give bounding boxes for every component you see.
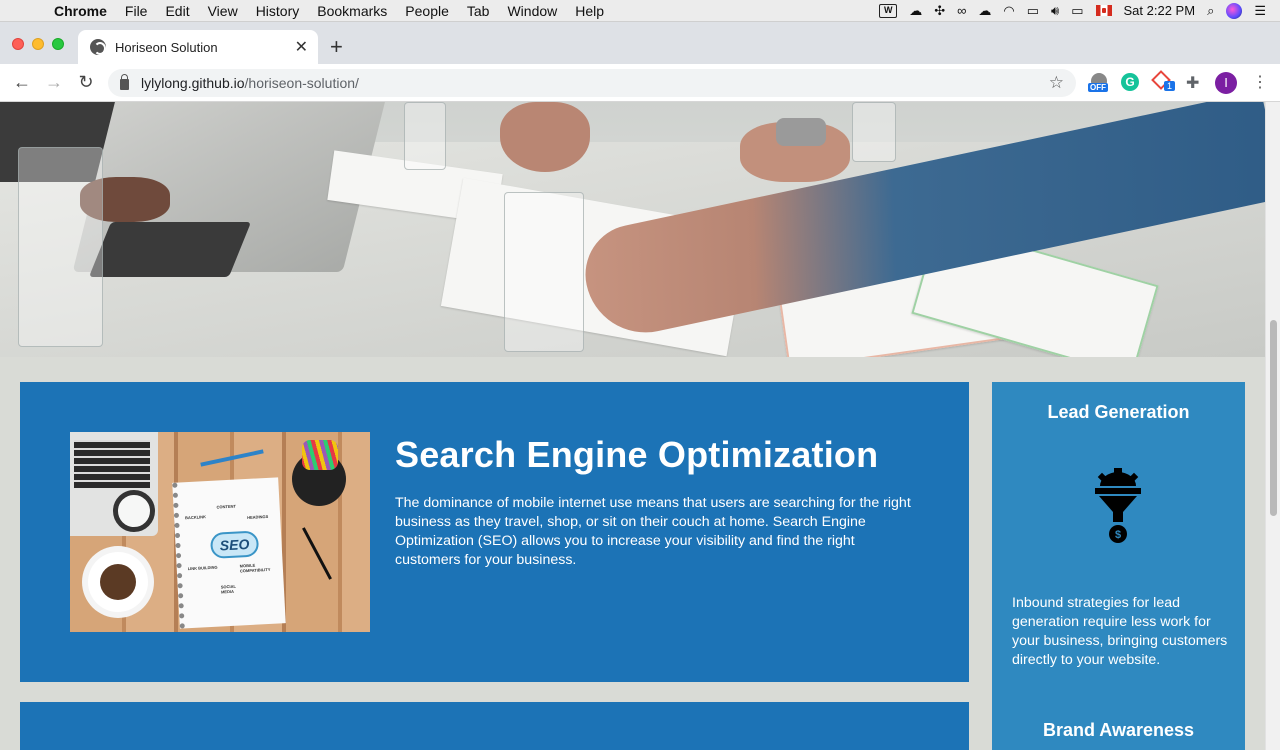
- next-section: [20, 702, 969, 750]
- seo-image-label-social: SOCIAL MEDIA: [220, 583, 236, 595]
- seo-section: SEO CONTENT BACKLINK HEADINGS LINK BUILD…: [20, 382, 969, 682]
- wifi-icon[interactable]: ◠: [1003, 3, 1014, 19]
- menu-people[interactable]: People: [396, 3, 458, 19]
- tool-icon[interactable]: ✣: [934, 3, 945, 19]
- url-host: lylylong.github.io: [141, 75, 245, 91]
- scrollbar-thumb[interactable]: [1270, 320, 1277, 516]
- volume-icon[interactable]: 🔊︎: [1051, 3, 1059, 19]
- menu-tab[interactable]: Tab: [458, 3, 499, 19]
- bookmark-star-icon[interactable]: ☆: [1049, 73, 1064, 93]
- wordpress-icon[interactable]: W: [879, 3, 898, 18]
- extensions-puzzle-icon[interactable]: ✚: [1186, 73, 1199, 93]
- battery-icon[interactable]: ▭: [1071, 3, 1083, 19]
- new-tab-button[interactable]: +: [330, 36, 343, 58]
- back-button[interactable]: ←: [6, 72, 38, 93]
- benefits-sidebar: Lead Generation $ Inbound strategies for…: [992, 382, 1245, 750]
- lock-icon[interactable]: [120, 74, 129, 90]
- menu-view[interactable]: View: [199, 3, 247, 19]
- menu-history[interactable]: History: [247, 3, 309, 19]
- lead-generation-text: Inbound strategies for lead generation r…: [1012, 595, 1228, 668]
- chrome-menu-icon[interactable]: ⋮: [1252, 72, 1268, 92]
- tab-horiseon[interactable]: Horiseon Solution ✕: [78, 30, 318, 64]
- seo-image: SEO CONTENT BACKLINK HEADINGS LINK BUILD…: [70, 432, 370, 632]
- minimize-window-button[interactable]: [32, 38, 44, 50]
- macos-menu-bar: Chrome File Edit View History Bookmarks …: [0, 0, 1280, 22]
- menu-bookmarks[interactable]: Bookmarks: [308, 3, 396, 19]
- forward-button[interactable]: →: [38, 72, 70, 93]
- extension-off-icon[interactable]: OFF: [1088, 73, 1110, 93]
- globe-favicon-icon: [90, 39, 106, 55]
- seo-image-label-content: CONTENT: [216, 503, 237, 510]
- cloud-icon[interactable]: ☁: [978, 3, 991, 19]
- menu-help[interactable]: Help: [566, 3, 613, 19]
- tab-title: Horiseon Solution: [115, 39, 218, 55]
- canada-flag-icon[interactable]: [1095, 5, 1112, 16]
- seo-image-label-headings: HEADINGS: [247, 513, 269, 520]
- extension-badge-icon[interactable]: 1: [1151, 70, 1176, 93]
- brand-awareness-heading: Brand Awareness: [1042, 720, 1195, 740]
- menu-app-name[interactable]: Chrome: [54, 3, 116, 19]
- hero-image: [0, 102, 1265, 357]
- browser-toolbar: ← → ↻ lylylong.github.io/horiseon-soluti…: [0, 64, 1280, 102]
- zoom-window-button[interactable]: [52, 38, 64, 50]
- close-window-button[interactable]: [12, 38, 24, 50]
- svg-text:$: $: [1115, 529, 1121, 541]
- creative-cloud-icon[interactable]: ∞: [957, 3, 966, 18]
- extension-off-badge: OFF: [1088, 83, 1108, 92]
- seo-paragraph: The dominance of mobile internet use mea…: [395, 495, 911, 568]
- menu-file[interactable]: File: [116, 3, 157, 19]
- profile-avatar[interactable]: I: [1215, 72, 1237, 94]
- spotlight-search-icon[interactable]: ⌕: [1207, 3, 1214, 19]
- page-viewport: SEO CONTENT BACKLINK HEADINGS LINK BUILD…: [0, 102, 1265, 750]
- page-scrollbar[interactable]: [1265, 102, 1280, 750]
- address-bar[interactable]: lylylong.github.io/horiseon-solution/ ☆: [108, 69, 1076, 97]
- menu-window[interactable]: Window: [498, 3, 566, 19]
- siri-icon[interactable]: [1226, 2, 1243, 19]
- extension-badge-count: 1: [1164, 81, 1176, 91]
- lead-generation-heading: Lead Generation: [1047, 402, 1190, 422]
- menu-clock[interactable]: Sat 2:22 PM: [1124, 3, 1196, 18]
- reload-button[interactable]: ↻: [70, 72, 102, 93]
- window-controls: [12, 38, 64, 50]
- seo-image-label-link-building: LINK BUILDING: [187, 564, 218, 572]
- lead-generation-funnel-icon: $: [1095, 468, 1141, 543]
- seo-image-label-mobile: MOBILE COMPATIBILITY: [239, 562, 271, 574]
- notification-center-icon[interactable]: ☰: [1254, 3, 1266, 19]
- cloud-upload-icon[interactable]: ☁: [909, 3, 922, 19]
- seo-heading: Search Engine Optimization: [395, 434, 879, 475]
- menu-edit[interactable]: Edit: [156, 3, 198, 19]
- seo-image-label-backlink: BACKLINK: [184, 514, 207, 521]
- grammarly-extension-icon[interactable]: G: [1121, 73, 1139, 91]
- seo-cloud-label: SEO: [209, 530, 260, 559]
- airplay-icon[interactable]: ▭: [1027, 3, 1039, 19]
- tab-strip: Horiseon Solution ✕ +: [0, 22, 1280, 64]
- close-tab-icon[interactable]: ✕: [295, 37, 308, 57]
- url-path: /horiseon-solution/: [244, 75, 359, 91]
